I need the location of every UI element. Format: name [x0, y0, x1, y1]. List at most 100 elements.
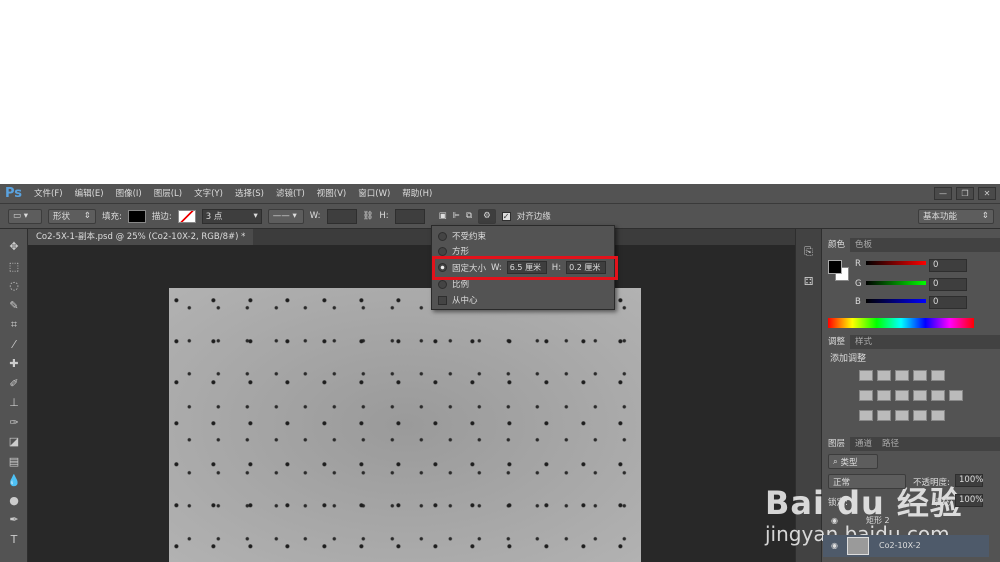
properties-panel-icon[interactable]: ⚃: [799, 275, 818, 297]
path-operations-icon[interactable]: ▣: [439, 211, 447, 221]
hue-saturation-icon[interactable]: [859, 390, 873, 401]
levels-icon[interactable]: [877, 370, 891, 381]
color-spectrum-bar[interactable]: [828, 318, 974, 328]
link-icon[interactable]: ⛓: [363, 211, 374, 221]
exposure-icon[interactable]: [913, 370, 927, 381]
menu-filter[interactable]: 滤镜(T): [276, 187, 305, 199]
black-white-icon[interactable]: [895, 390, 909, 401]
fill-swatch[interactable]: [127, 209, 146, 223]
close-button[interactable]: ✕: [978, 186, 996, 200]
menu-help[interactable]: 帮助(H): [402, 187, 432, 199]
menu-view[interactable]: 视图(V): [317, 187, 346, 199]
threshold-icon[interactable]: [895, 410, 909, 421]
tab-adjustments[interactable]: 调整: [823, 335, 851, 349]
stroke-type-select[interactable]: —— ▾: [267, 208, 304, 224]
unconstrained-radio[interactable]: [438, 231, 447, 241]
b-slider[interactable]: [866, 299, 926, 303]
eye-icon[interactable]: ◉: [831, 541, 838, 550]
crop-tool-icon[interactable]: ⌗: [0, 315, 28, 335]
workspace-select[interactable]: 基本功能 ⇕: [918, 208, 994, 224]
document-tab[interactable]: Co2-5X-1-副本.psd @ 25% (Co2-10X-2, RGB/8#…: [28, 229, 253, 258]
square-radio[interactable]: [438, 246, 447, 256]
layer-filter-select[interactable]: ⌕ 类型: [828, 454, 878, 469]
menu-edit[interactable]: 编辑(E): [75, 187, 104, 199]
layer-row[interactable]: ◉ 矩形 2: [823, 515, 1000, 527]
healing-brush-tool-icon[interactable]: ✚: [0, 354, 28, 374]
vibrance-icon[interactable]: [931, 370, 945, 381]
dodge-tool-icon[interactable]: ●: [0, 491, 28, 511]
path-arrangement-icon[interactable]: ⧉: [466, 211, 472, 221]
restore-button[interactable]: ❐: [956, 186, 974, 200]
minimize-button[interactable]: —: [934, 186, 952, 200]
eye-icon[interactable]: ◉: [831, 516, 838, 525]
document-tab-bar: Co2-5X-1-副本.psd @ 25% (Co2-10X-2, RGB/8#…: [28, 229, 795, 258]
width-field[interactable]: [326, 208, 357, 224]
r-value[interactable]: 0: [929, 259, 967, 272]
lock-label: 锁定:: [828, 498, 848, 508]
fill-label: 填充:: [933, 498, 953, 508]
height-field[interactable]: [394, 208, 425, 224]
blur-tool-icon[interactable]: 💧: [0, 471, 28, 491]
history-brush-tool-icon[interactable]: ✑: [0, 413, 28, 433]
invert-icon[interactable]: [859, 410, 873, 421]
brightness-icon[interactable]: [859, 370, 873, 381]
from-center-checkbox[interactable]: [438, 295, 447, 305]
g-slider[interactable]: [866, 281, 926, 285]
adjustments-panel-tabs: 调整 样式: [823, 335, 1000, 349]
r-slider[interactable]: [866, 261, 926, 265]
history-panel-icon[interactable]: ⎘: [799, 245, 818, 267]
lasso-tool-icon[interactable]: ◌: [0, 276, 28, 296]
menu-image[interactable]: 图像(I): [116, 187, 142, 199]
b-label: B: [855, 297, 861, 307]
tab-layers[interactable]: 图层: [823, 437, 851, 451]
tab-color[interactable]: 颜色: [823, 238, 851, 252]
foreground-color-swatch[interactable]: [828, 260, 842, 274]
opacity-field[interactable]: 100%: [955, 474, 983, 487]
tool-preset-picker[interactable]: ▭ ▾: [8, 208, 42, 224]
channel-mixer-icon[interactable]: [931, 390, 945, 401]
menu-window[interactable]: 窗口(W): [358, 187, 390, 199]
stroke-swatch[interactable]: [177, 209, 196, 223]
stroke-size-value: 3 点: [205, 212, 223, 222]
gear-icon[interactable]: ⚙: [478, 208, 496, 224]
clone-stamp-tool-icon[interactable]: ⊥: [0, 393, 28, 413]
blend-mode-value: 正常: [833, 477, 851, 488]
gradient-map-icon[interactable]: [931, 410, 945, 421]
proportional-radio[interactable]: [438, 279, 447, 289]
posterize-icon[interactable]: [877, 410, 891, 421]
fill-field[interactable]: 100%: [955, 494, 983, 507]
photo-filter-icon[interactable]: [913, 390, 927, 401]
menu-type[interactable]: 文字(Y): [194, 187, 223, 199]
tab-styles[interactable]: 样式: [850, 335, 877, 349]
menu-layer[interactable]: 图层(L): [154, 187, 182, 199]
tab-channels[interactable]: 通道: [850, 437, 877, 451]
selective-color-icon[interactable]: [913, 410, 927, 421]
quick-select-tool-icon[interactable]: ✎: [0, 296, 28, 316]
tab-paths[interactable]: 路径: [877, 437, 904, 451]
menu-file[interactable]: 文件(F): [34, 187, 63, 199]
align-edges-checkbox[interactable]: ✓: [501, 211, 511, 221]
tab-swatches[interactable]: 色板: [850, 238, 877, 252]
path-alignment-icon[interactable]: ⊫: [453, 211, 460, 221]
stroke-size-field[interactable]: 3 点 ▾: [201, 208, 262, 224]
b-value[interactable]: 0: [929, 296, 967, 309]
right-panels: 颜色 色板 R 0 G 0 B 0 调整 样式 添加调整 图层 通道 路径 ⌕ …: [823, 229, 1000, 562]
type-tool-icon[interactable]: T: [0, 530, 28, 550]
menu-select[interactable]: 选择(S): [235, 187, 264, 199]
g-value[interactable]: 0: [929, 278, 967, 291]
gradient-tool-icon[interactable]: ▤: [0, 452, 28, 472]
mode-select[interactable]: 形状 ⇕: [48, 208, 96, 224]
micrograph-image[interactable]: [169, 288, 641, 562]
blend-mode-select[interactable]: 正常: [828, 474, 906, 489]
brush-tool-icon[interactable]: ✐: [0, 374, 28, 394]
move-tool-icon[interactable]: ✥: [0, 237, 28, 257]
layer-row-selected[interactable]: ◉ Co2-10X-2: [823, 535, 989, 557]
layers-panel-tabs: 图层 通道 路径: [823, 437, 1000, 451]
eyedropper-tool-icon[interactable]: ⁄: [0, 335, 28, 355]
curves-icon[interactable]: [895, 370, 909, 381]
color-lookup-icon[interactable]: [949, 390, 963, 401]
pen-tool-icon[interactable]: ✒: [0, 510, 28, 530]
color-balance-icon[interactable]: [877, 390, 891, 401]
eraser-tool-icon[interactable]: ◪: [0, 432, 28, 452]
marquee-tool-icon[interactable]: ⬚: [0, 257, 28, 277]
